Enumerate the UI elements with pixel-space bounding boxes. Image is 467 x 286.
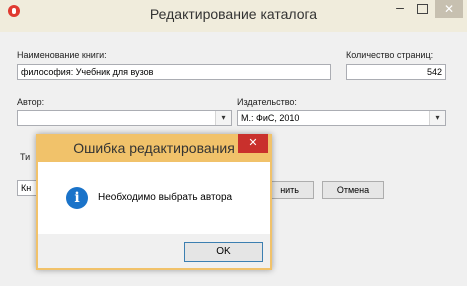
publisher-label: Издательство: bbox=[237, 97, 297, 107]
info-icon: i bbox=[66, 187, 88, 209]
book-name-label: Наименование книги: bbox=[17, 50, 107, 60]
dialog-title: Ошибка редактирования bbox=[73, 140, 235, 156]
book-name-input[interactable]: философия: Учебник для вузов bbox=[17, 64, 331, 80]
dialog-body: i Необходимо выбрать автора OK bbox=[38, 162, 270, 268]
publisher-select[interactable]: М.: ФиС, 2010 ▾ bbox=[237, 110, 446, 126]
dialog-content: i Необходимо выбрать автора bbox=[38, 162, 270, 234]
chevron-down-icon[interactable]: ▾ bbox=[215, 111, 231, 125]
type-label: Ти bbox=[20, 152, 31, 162]
dialog-message: Необходимо выбрать автора bbox=[98, 192, 233, 203]
author-label: Автор: bbox=[17, 97, 45, 107]
publisher-value: М.: ФиС, 2010 bbox=[241, 113, 300, 123]
dialog-close-button[interactable]: ✕ bbox=[238, 134, 268, 153]
chevron-down-icon[interactable]: ▾ bbox=[429, 111, 445, 125]
pages-label: Количество страниц: bbox=[346, 50, 434, 60]
pages-input[interactable]: 542 bbox=[346, 64, 446, 80]
title-bar: Редактирование каталога – ✕ bbox=[0, 0, 467, 32]
ok-button[interactable]: OK bbox=[184, 242, 263, 262]
minimize-button[interactable]: – bbox=[389, 0, 411, 18]
maximize-button[interactable] bbox=[411, 0, 433, 18]
cancel-button[interactable]: Отмена bbox=[322, 181, 384, 199]
close-button[interactable]: ✕ bbox=[435, 0, 463, 18]
error-dialog: Ошибка редактирования ✕ i Необходимо выб… bbox=[36, 134, 272, 270]
author-select[interactable]: ▾ bbox=[17, 110, 232, 126]
